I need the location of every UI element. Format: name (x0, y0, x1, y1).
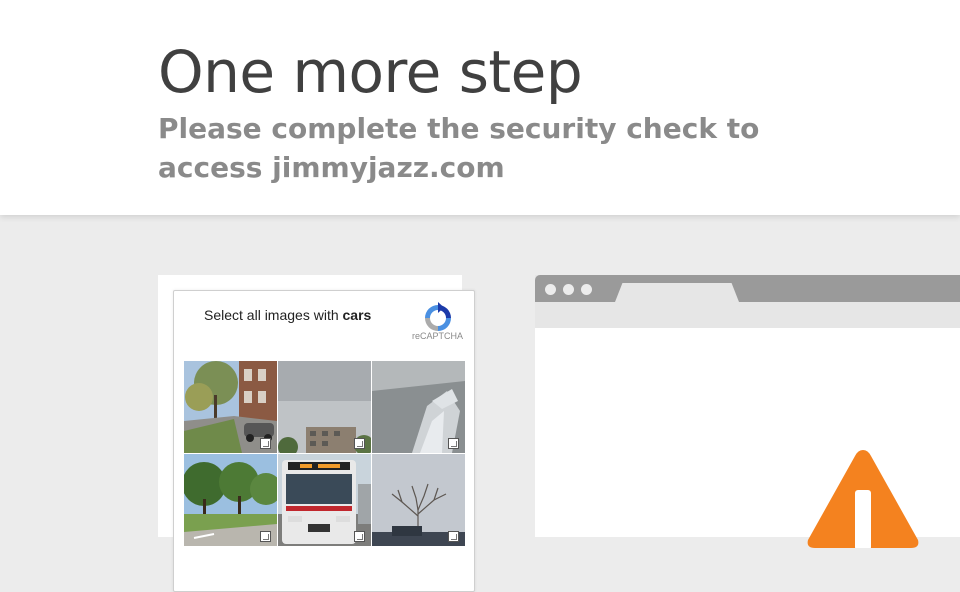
tile-select-icon (260, 438, 271, 449)
recaptcha-label: reCAPTCHA (412, 331, 464, 341)
recaptcha-challenge: Select all images with cars reCAPTCHA (173, 290, 475, 592)
window-dot-icon (581, 284, 592, 295)
browser-illustration (535, 275, 960, 548)
browser-content (535, 328, 960, 548)
window-dot-icon (545, 284, 556, 295)
image-tile-bus[interactable] (278, 454, 371, 546)
page-title: One more step (158, 38, 583, 106)
challenge-prompt: Select all images with cars (204, 307, 371, 323)
browser-toolbar (535, 275, 960, 302)
image-grid (184, 361, 465, 546)
prompt-prefix: Select all images with (204, 307, 339, 323)
prompt-target: cars (342, 307, 372, 323)
header: One more step Please complete the securi… (0, 0, 960, 215)
image-tile-park[interactable] (184, 454, 277, 546)
window-dot-icon (563, 284, 574, 295)
recaptcha-logo-icon (425, 302, 451, 331)
browser-tab (615, 283, 739, 302)
image-tile-snow[interactable] (372, 361, 465, 453)
image-tile-street[interactable] (184, 361, 277, 453)
captcha-card: Select all images with cars reCAPTCHA (158, 275, 475, 592)
page-subtitle: Please complete the security check to ac… (158, 112, 760, 184)
image-tile-sky[interactable] (278, 361, 371, 453)
tile-select-icon (448, 438, 459, 449)
tile-select-icon (354, 438, 365, 449)
image-tile-tree[interactable] (372, 454, 465, 546)
warning-icon (807, 450, 919, 548)
